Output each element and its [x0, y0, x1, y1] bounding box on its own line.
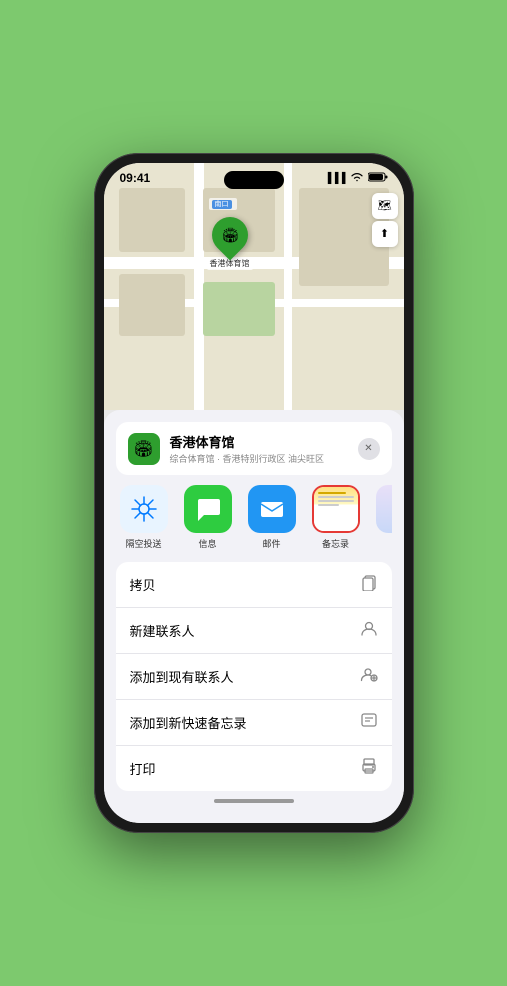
venue-subtitle: 综合体育馆 · 香港特别行政区 油尖旺区: [170, 452, 358, 465]
new-contact-label: 新建联系人: [130, 621, 195, 640]
close-button[interactable]: ✕: [358, 438, 380, 460]
block: [119, 188, 185, 252]
map-controls: 🗺 ⬆: [372, 193, 398, 247]
copy-label: 拷贝: [130, 575, 156, 594]
location-button[interactable]: ⬆: [372, 221, 398, 247]
battery-icon: [368, 172, 388, 185]
message-label: 信息: [198, 537, 216, 550]
copy-icon: [360, 573, 378, 596]
map-background: 南口 🏟 香港体育馆 🗺 ⬆: [104, 163, 404, 410]
signal-icon: ▐▐▐: [324, 173, 345, 184]
home-indicator: [116, 791, 392, 811]
phone-screen: 09:41 ▐▐▐: [104, 163, 404, 823]
action-print[interactable]: 打印: [116, 746, 392, 791]
status-icons: ▐▐▐: [324, 172, 387, 185]
share-item-mail[interactable]: 邮件: [244, 485, 300, 550]
home-bar: [214, 799, 294, 803]
share-row: 隔空投送 信息 邮件: [116, 485, 392, 552]
phone-frame: 09:41 ▐▐▐: [94, 153, 414, 833]
location-info: 香港体育馆 综合体育馆 · 香港特别行政区 油尖旺区: [170, 432, 358, 465]
location-pin: 🏟 香港体育馆: [207, 217, 253, 270]
action-add-notes[interactable]: 添加到新快速备忘录: [116, 700, 392, 746]
share-item-airdrop[interactable]: 隔空投送: [116, 485, 172, 550]
venue-name: 香港体育馆: [170, 432, 358, 451]
message-icon: [184, 485, 232, 533]
mail-icon: [248, 485, 296, 533]
road-v2: [284, 163, 292, 410]
location-card: 🏟 香港体育馆 综合体育馆 · 香港特别行政区 油尖旺区 ✕: [116, 422, 392, 475]
more-icon: [376, 485, 392, 533]
notes-label: 备忘录: [322, 537, 349, 550]
action-add-existing[interactable]: 添加到现有联系人: [116, 654, 392, 700]
share-item-more[interactable]: 推: [372, 485, 392, 550]
action-copy[interactable]: 拷贝: [116, 562, 392, 608]
share-item-notes[interactable]: 备忘录: [308, 485, 364, 550]
pin-circle: 🏟: [204, 210, 255, 261]
add-existing-label: 添加到现有联系人: [130, 667, 234, 686]
action-list: 拷贝 新建联系人 添加到现有联系人: [116, 562, 392, 791]
print-label: 打印: [130, 759, 156, 778]
pin-inner: 🏟: [221, 227, 239, 244]
wifi-icon: [350, 172, 364, 185]
venue-icon: 🏟: [128, 433, 160, 465]
status-time: 09:41: [120, 171, 151, 185]
airdrop-icon: [120, 485, 168, 533]
add-notes-icon: [360, 711, 378, 734]
new-contact-icon: [360, 619, 378, 642]
map-direction-label: 南口: [209, 198, 237, 210]
add-notes-label: 添加到新快速备忘录: [130, 713, 247, 732]
venue-icon-symbol: 🏟: [133, 439, 153, 459]
share-item-message[interactable]: 信息: [180, 485, 236, 550]
add-existing-icon: [360, 665, 378, 688]
green-park: [203, 282, 275, 336]
map-type-button[interactable]: 🗺: [372, 193, 398, 219]
action-new-contact[interactable]: 新建联系人: [116, 608, 392, 654]
print-icon: [360, 757, 378, 780]
airdrop-label: 隔空投送: [125, 537, 161, 550]
notes-icon: [312, 485, 360, 533]
block: [119, 274, 185, 336]
dynamic-island: [224, 171, 284, 189]
map-area[interactable]: 南口 🏟 香港体育馆 🗺 ⬆: [104, 163, 404, 410]
bottom-sheet: 🏟 香港体育馆 综合体育馆 · 香港特别行政区 油尖旺区 ✕ 隔空投送: [104, 410, 404, 823]
mail-label: 邮件: [262, 537, 280, 550]
